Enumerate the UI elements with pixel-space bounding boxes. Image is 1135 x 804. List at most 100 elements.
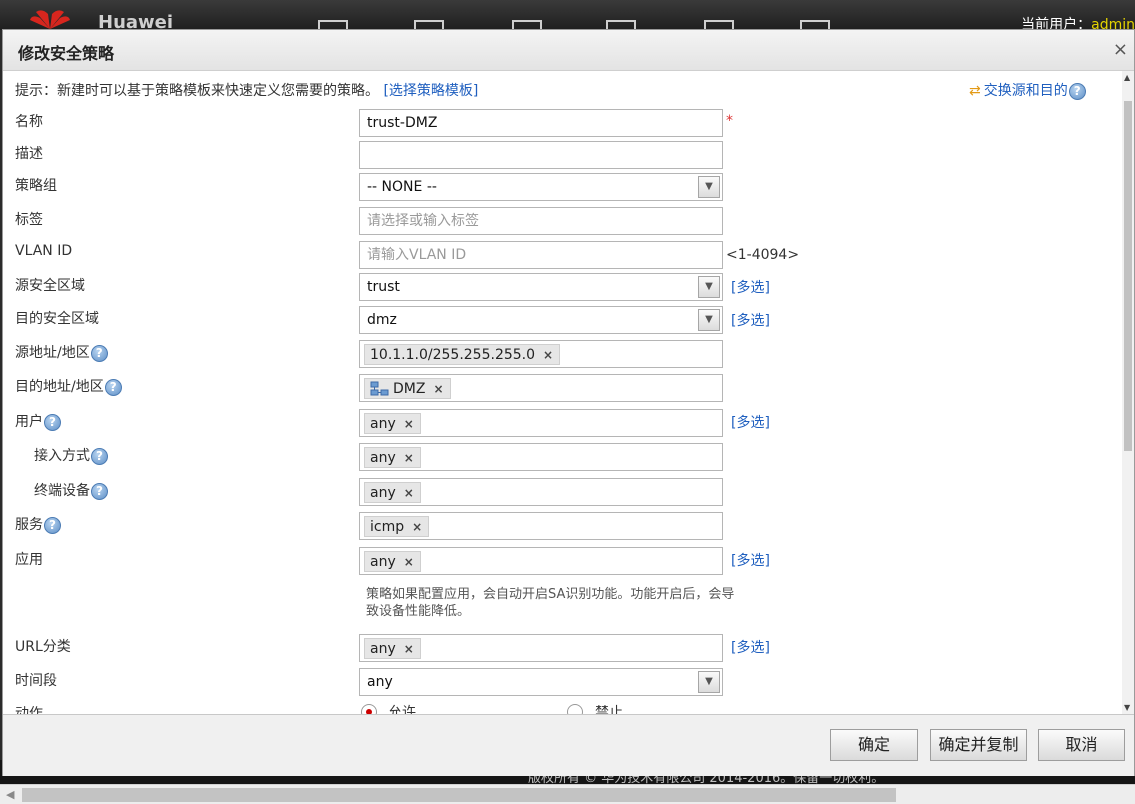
access-mode-label: 接入方式?	[34, 445, 108, 465]
address-group-tag: DMZ ×	[364, 378, 451, 399]
help-icon[interactable]: ?	[104, 378, 122, 396]
description-label: 描述	[15, 146, 43, 162]
swap-arrows-icon: ⇄	[969, 83, 981, 99]
terminal-device-input[interactable]: any ×	[359, 478, 723, 506]
edit-security-policy-dialog: 修改安全策略 × 提示：新建时可以基于策略模板来快速定义您需要的策略。 [选择策…	[2, 29, 1135, 776]
service-input[interactable]: icmp ×	[359, 512, 723, 540]
chevron-down-icon[interactable]: ▼	[698, 176, 720, 198]
user-tag: any ×	[364, 413, 421, 434]
name-label: 名称	[15, 114, 43, 130]
source-address-label: 源地址/地区?	[15, 342, 108, 362]
service-tag: icmp ×	[364, 516, 430, 537]
policy-group-value: -- NONE --	[367, 179, 437, 195]
app-header: Huawei 当前用户：admin	[0, 0, 1135, 33]
dialog-titlebar: 修改安全策略 ×	[3, 30, 1134, 71]
dest-zone-value: dmz	[367, 312, 397, 328]
action-label: 动作	[15, 706, 43, 714]
application-note: 策略如果配置应用，会自动开启SA识别功能。功能开启后，会导致设备性能降低。	[366, 587, 735, 619]
action-deny-radio[interactable]	[567, 704, 583, 714]
page-horizontal-scrollbar[interactable]: ◀	[0, 784, 1135, 804]
application-label: 应用	[15, 552, 43, 568]
description-input[interactable]	[359, 141, 723, 169]
vlan-id-input[interactable]: 请输入VLAN ID	[359, 241, 723, 269]
time-range-value: any	[367, 674, 393, 690]
scroll-thumb[interactable]	[22, 788, 896, 802]
vlan-id-label: VLAN ID	[15, 243, 73, 259]
help-icon[interactable]: ?	[44, 516, 61, 534]
chevron-down-icon[interactable]: ▼	[698, 671, 720, 693]
action-permit-radio[interactable]	[361, 704, 377, 714]
source-zone-multi-select[interactable]: [多选]	[731, 277, 770, 297]
url-category-multi-select[interactable]: [多选]	[731, 637, 770, 657]
access-mode-input[interactable]: any ×	[359, 443, 723, 471]
vlan-range-hint: <1-4094>	[726, 247, 800, 263]
hint-text: 提示：新建时可以基于策略模板来快速定义您需要的策略。 [选择策略模板]	[15, 83, 479, 99]
scroll-thumb[interactable]	[1124, 101, 1132, 451]
ok-button[interactable]: 确定	[830, 729, 918, 761]
application-input[interactable]: any ×	[359, 547, 723, 575]
access-mode-tag: any ×	[364, 447, 421, 468]
action-permit-label: 允许	[388, 705, 416, 714]
close-icon[interactable]: ×	[1113, 39, 1128, 60]
action-deny-label: 禁止	[595, 705, 623, 714]
scroll-left-icon[interactable]: ◀	[6, 788, 14, 801]
swap-link[interactable]: 交换源和目的	[984, 83, 1068, 99]
url-category-input[interactable]: any ×	[359, 634, 723, 662]
policy-group-select[interactable]: -- NONE -- ▼	[359, 173, 723, 201]
terminal-device-tag: any ×	[364, 482, 421, 503]
dialog-footer: 确定 确定并复制 取消	[3, 714, 1134, 776]
huawei-logo-icon	[30, 10, 70, 29]
dest-address-label: 目的地址/地区?	[15, 376, 122, 396]
user-label: 用户?	[15, 411, 61, 431]
source-address-input[interactable]: 10.1.1.0/255.255.255.0 ×	[359, 340, 723, 368]
vlan-id-placeholder: 请输入VLAN ID	[367, 247, 467, 263]
address-tag: 10.1.1.0/255.255.255.0 ×	[364, 344, 561, 365]
swap-source-dest[interactable]: ⇄ 交换源和目的?	[969, 80, 1086, 100]
user-multi-select[interactable]: [多选]	[731, 412, 770, 432]
remove-tag-icon[interactable]: ×	[404, 486, 414, 500]
application-tag: any ×	[364, 551, 421, 572]
remove-tag-icon[interactable]: ×	[412, 520, 422, 534]
source-zone-label: 源安全区域	[15, 278, 85, 294]
dest-zone-multi-select[interactable]: [多选]	[731, 310, 770, 330]
network-group-icon	[370, 381, 389, 395]
dialog-title: 修改安全策略	[18, 44, 115, 63]
remove-tag-icon[interactable]: ×	[433, 382, 443, 396]
cancel-button[interactable]: 取消	[1038, 729, 1125, 761]
tag-label: 标签	[15, 212, 43, 228]
scroll-down-icon[interactable]: ▼	[1124, 703, 1130, 712]
dialog-body: 提示：新建时可以基于策略模板来快速定义您需要的策略。 [选择策略模板] ⇄ 交换源…	[3, 71, 1123, 714]
scroll-up-icon[interactable]: ▲	[1124, 73, 1130, 82]
url-category-tag: any ×	[364, 638, 421, 659]
help-icon[interactable]: ?	[91, 482, 108, 500]
tag-input[interactable]: 请选择或输入标签	[359, 207, 723, 235]
help-icon[interactable]: ?	[44, 413, 61, 431]
service-label: 服务?	[15, 514, 61, 534]
remove-tag-icon[interactable]: ×	[404, 451, 414, 465]
dest-address-input[interactable]: DMZ ×	[359, 374, 723, 402]
policy-group-label: 策略组	[15, 178, 57, 194]
dest-zone-select[interactable]: dmz ▼	[359, 306, 723, 334]
chevron-down-icon[interactable]: ▼	[698, 276, 720, 298]
help-icon[interactable]: ?	[1068, 82, 1086, 100]
remove-tag-icon[interactable]: ×	[404, 555, 414, 569]
dialog-vertical-scrollbar[interactable]: ▲ ▼	[1122, 71, 1134, 714]
help-icon[interactable]: ?	[90, 344, 108, 362]
ok-and-copy-button[interactable]: 确定并复制	[930, 729, 1027, 761]
terminal-device-label: 终端设备?	[34, 480, 108, 500]
time-range-label: 时间段	[15, 673, 57, 689]
remove-tag-icon[interactable]: ×	[404, 417, 414, 431]
remove-tag-icon[interactable]: ×	[543, 348, 553, 362]
user-input[interactable]: any ×	[359, 409, 723, 437]
application-multi-select[interactable]: [多选]	[731, 550, 770, 570]
select-template-link[interactable]: [选择策略模板]	[383, 83, 478, 99]
chevron-down-icon[interactable]: ▼	[698, 309, 720, 331]
help-icon[interactable]: ?	[91, 447, 108, 465]
time-range-select[interactable]: any ▼	[359, 668, 723, 696]
name-input[interactable]: trust-DMZ	[359, 109, 723, 137]
source-zone-select[interactable]: trust ▼	[359, 273, 723, 301]
tag-placeholder: 请选择或输入标签	[367, 213, 479, 229]
required-mark: *	[726, 113, 733, 129]
dest-zone-label: 目的安全区域	[15, 311, 99, 327]
remove-tag-icon[interactable]: ×	[404, 642, 414, 656]
